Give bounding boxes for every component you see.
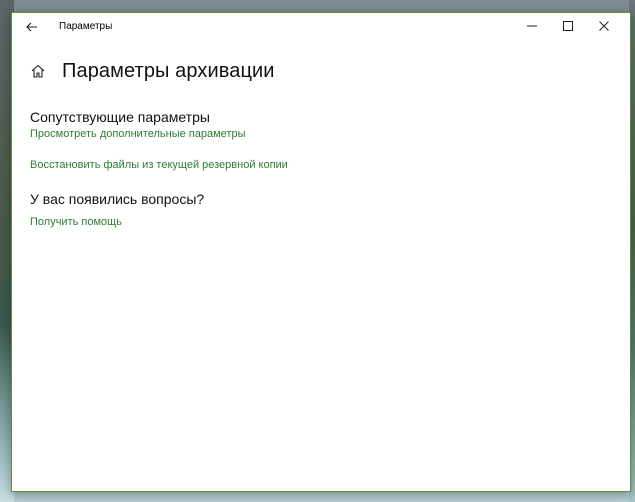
restore-files-link[interactable]: Восстановить файлы из текущей резервной … [30,159,288,171]
questions-heading: У вас появились вопросы? [30,191,205,207]
title-bar: Параметры [12,13,630,43]
close-icon [599,18,609,36]
settings-window: Параметры Параметры архивации Сопутствую… [11,12,631,492]
additional-settings-link[interactable]: Просмотреть дополнительные параметры [30,128,245,140]
close-button[interactable] [586,13,622,41]
maximize-icon [563,18,573,36]
minimize-icon [527,18,537,36]
back-button[interactable] [16,15,48,41]
get-help-link[interactable]: Получить помощь [30,216,122,228]
page-header: Параметры архивации [28,57,275,85]
window-title: Параметры [59,21,113,32]
minimize-button[interactable] [514,13,550,41]
home-icon[interactable] [28,61,48,81]
page-title: Параметры архивации [62,59,275,82]
back-arrow-icon [26,19,38,37]
related-settings-heading: Сопутствующие параметры [30,109,210,125]
maximize-button[interactable] [550,13,586,41]
